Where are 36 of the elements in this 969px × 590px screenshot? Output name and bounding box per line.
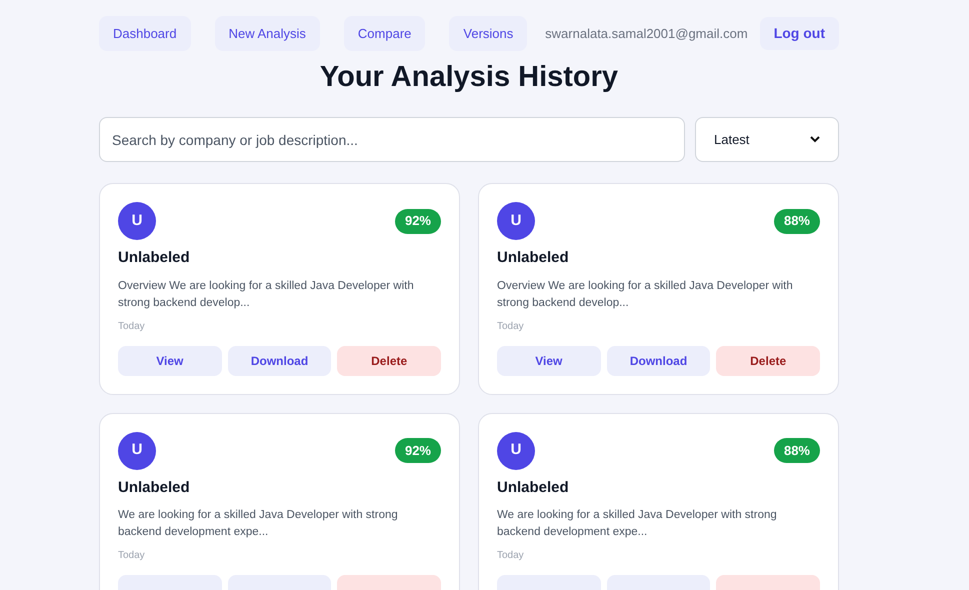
card-date: Today — [497, 549, 525, 563]
user-email: swarnalata.samal2001@gmail.com — [545, 24, 748, 43]
score-badge: 88% — [774, 208, 820, 234]
score-badge: 92% — [394, 208, 441, 234]
score-badge: 88% — [774, 438, 820, 463]
avatar: U — [497, 202, 535, 240]
card-description: Overview We are looking for a skilled Java Developer with strong backend develop... — [497, 278, 794, 310]
page-title: Your Analysis History — [318, 60, 620, 95]
card-title: Unlabeled — [118, 478, 191, 498]
score-badge: 92% — [394, 438, 441, 463]
nav-link[interactable]: New Analysis — [214, 16, 320, 51]
download-button[interactable]: Download — [606, 346, 710, 376]
card-date: Today — [497, 320, 525, 334]
view-button[interactable]: View — [497, 346, 601, 376]
card-description: We are looking for a skilled Java Developer with strong backend development expe... — [118, 508, 399, 540]
nav-link[interactable]: Compare — [344, 16, 426, 51]
nav-link[interactable]: Versions — [449, 16, 528, 51]
card-date: Today — [118, 320, 146, 334]
avatar: U — [118, 202, 156, 240]
card-description: We are looking for a skilled Java Developer with strong backend development expe... — [497, 508, 778, 540]
avatar: U — [497, 432, 535, 470]
nav-link[interactable]: Dashboard — [99, 16, 191, 51]
card-title: Unlabeled — [497, 478, 570, 498]
download-button[interactable]: Download — [228, 346, 332, 376]
delete-button[interactable]: Delete — [337, 346, 441, 376]
card-title: Unlabeled — [118, 248, 191, 268]
view-button[interactable]: View — [118, 346, 222, 376]
sort-dropdown[interactable]: Latest — [695, 117, 839, 162]
card-description: Overview We are looking for a skilled Java Developer with strong backend develop... — [118, 278, 415, 310]
chevron-down-icon — [810, 136, 820, 143]
delete-button[interactable]: Delete — [716, 346, 820, 376]
logout-button[interactable]: Log out — [760, 17, 839, 50]
card-date: Today — [118, 549, 146, 563]
card-title: Unlabeled — [497, 248, 570, 268]
avatar: U — [118, 432, 156, 470]
search-field[interactable]: Search by company or job description... — [99, 117, 685, 162]
